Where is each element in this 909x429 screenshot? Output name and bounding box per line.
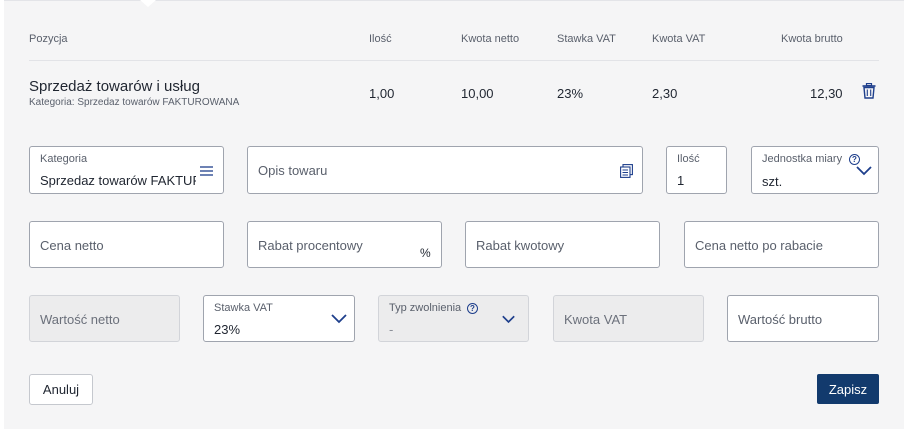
- cancel-button[interactable]: Anuluj: [29, 374, 93, 405]
- wartosc-brutto-input[interactable]: Wartość brutto: [727, 295, 879, 342]
- rabat-kwotowy-input[interactable]: Rabat kwotowy: [465, 221, 660, 268]
- invoice-item-panel: Pozycja Ilość Kwota netto Stawka VAT Kwo…: [4, 0, 904, 429]
- jednostka-miary-select[interactable]: Jednostka miary ? szt.: [751, 146, 879, 194]
- save-button[interactable]: Zapisz: [817, 374, 879, 404]
- wartosc-netto-field: Wartość netto: [29, 295, 180, 342]
- stawka-vat-label: Stawka VAT: [214, 302, 273, 314]
- menu-lines-icon[interactable]: [200, 166, 213, 176]
- rabat-kwotowy-placeholder: Rabat kwotowy: [476, 238, 565, 253]
- cell-kwota-brutto: 12,30: [810, 86, 843, 101]
- cena-netto-input[interactable]: Cena netto: [29, 221, 224, 268]
- header-kwota-brutto: Kwota brutto: [781, 33, 843, 45]
- header-pozycja: Pozycja: [29, 33, 68, 45]
- chevron-down-icon[interactable]: [331, 314, 347, 324]
- cell-kwota-vat: 2,30: [652, 86, 678, 101]
- wartosc-netto-placeholder: Wartość netto: [40, 312, 120, 327]
- header-divider: [29, 60, 879, 61]
- typ-zwolnienia-value: -: [389, 322, 394, 337]
- wartosc-brutto-placeholder: Wartość brutto: [738, 312, 823, 327]
- cell-ilosc: 1,00: [369, 86, 395, 101]
- item-category: Kategoria: Sprzedaz towarów FAKTUROWANA: [29, 97, 240, 108]
- kategoria-select[interactable]: Kategoria Sprzedaz towarów FAKTUROWANA: [29, 146, 224, 194]
- ilosc-input[interactable]: Ilość 1: [666, 146, 727, 194]
- cena-po-rabacie-input[interactable]: Cena netto po rabacie: [684, 221, 879, 268]
- info-icon[interactable]: ?: [467, 303, 478, 314]
- rabat-procentowy-placeholder: Rabat procentowy: [258, 238, 363, 253]
- rabat-procentowy-input[interactable]: Rabat procentowy %: [247, 221, 442, 268]
- trash-icon[interactable]: [862, 83, 876, 99]
- kwota-vat-field: Kwota VAT: [553, 295, 704, 342]
- item-name: Sprzedaż towarów i usług: [29, 78, 200, 95]
- chevron-down-icon[interactable]: [856, 166, 872, 176]
- cena-netto-placeholder: Cena netto: [40, 238, 104, 253]
- cell-kwota-netto: 10,00: [461, 86, 494, 101]
- info-icon[interactable]: ?: [849, 154, 860, 165]
- typ-zwolnienia-select: Typ zwolnienia ? -: [378, 295, 529, 342]
- panel-notch: [140, 0, 156, 7]
- catalog-icon[interactable]: [620, 164, 633, 178]
- stawka-vat-select[interactable]: Stawka VAT 23%: [203, 295, 355, 342]
- typ-zwolnienia-label: Typ zwolnienia: [389, 302, 462, 314]
- ilosc-label: Ilość: [677, 153, 700, 165]
- stawka-vat-value: 23%: [214, 322, 241, 337]
- cena-po-rabacie-placeholder: Cena netto po rabacie: [695, 238, 823, 253]
- header-kwota-netto: Kwota netto: [461, 33, 520, 45]
- cell-stawka-vat: 23%: [557, 86, 584, 101]
- opis-towaru-input[interactable]: Opis towaru: [247, 146, 643, 194]
- kwota-vat-placeholder: Kwota VAT: [564, 312, 628, 327]
- kategoria-label: Kategoria: [40, 153, 88, 165]
- header-ilosc: Ilość: [369, 33, 392, 45]
- header-stawka-vat: Stawka VAT: [557, 33, 616, 45]
- kategoria-value: Sprzedaz towarów FAKTUROWANA: [40, 173, 196, 188]
- jednostka-label: Jednostka miary: [762, 153, 843, 165]
- header-kwota-vat: Kwota VAT: [652, 33, 706, 45]
- ilosc-value: 1: [677, 173, 685, 188]
- opis-towaru-placeholder: Opis towaru: [258, 163, 328, 178]
- jednostka-value: szt.: [762, 174, 783, 189]
- percent-suffix: %: [420, 246, 431, 260]
- chevron-down-icon: [502, 315, 515, 324]
